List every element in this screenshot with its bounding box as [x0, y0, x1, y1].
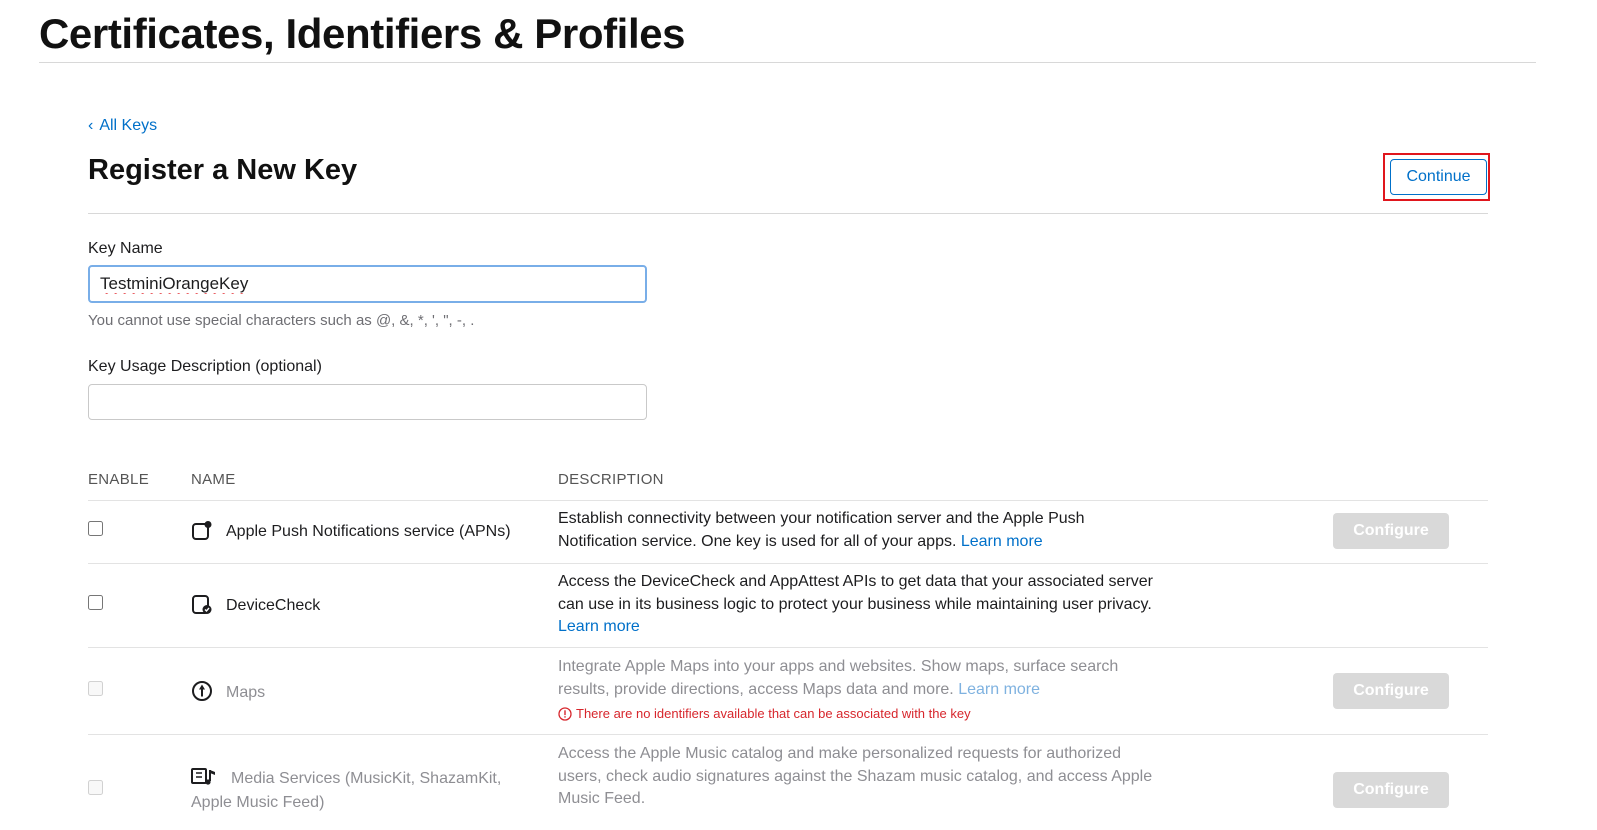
- maps-learn-more-link[interactable]: Learn more: [958, 681, 1040, 698]
- row-divider: [88, 734, 1488, 735]
- key-name-label: Key Name: [88, 240, 163, 257]
- device-check-icon: [192, 595, 212, 614]
- devicecheck-description: Access the DeviceCheck and AppAttest API…: [558, 571, 1158, 639]
- key-description-label: Key Usage Description (optional): [88, 358, 322, 375]
- media-services-name: Media Services (MusicKit, ShazamKit, App…: [191, 770, 502, 811]
- devicecheck-name: DeviceCheck: [226, 597, 321, 614]
- apns-enable-checkbox[interactable]: [88, 521, 103, 536]
- maps-description: Integrate Apple Maps into your apps and …: [558, 656, 1158, 701]
- maps-enable-checkbox[interactable]: [88, 681, 103, 696]
- title-divider: [39, 62, 1536, 63]
- row-divider: [88, 647, 1488, 648]
- page-title: Certificates, Identifiers & Profiles: [39, 10, 686, 57]
- devicecheck-description-text: Access the DeviceCheck and AppAttest API…: [558, 573, 1153, 613]
- column-header-name: NAME: [191, 471, 236, 488]
- row-divider: [88, 563, 1488, 564]
- devicecheck-enable-checkbox[interactable]: [88, 595, 103, 610]
- apns-learn-more-link[interactable]: Learn more: [961, 533, 1043, 550]
- apns-description: Establish connectivity between your noti…: [558, 508, 1158, 553]
- section-title: Register a New Key: [88, 154, 358, 186]
- media-services-configure-button[interactable]: Configure: [1333, 772, 1449, 808]
- apns-name: Apple Push Notifications service (APNs): [226, 523, 511, 540]
- maps-icon: [192, 681, 212, 701]
- maps-configure-button[interactable]: Configure: [1333, 673, 1449, 709]
- all-keys-back-link[interactable]: ‹ All Keys: [88, 117, 157, 135]
- chevron-left-icon: ‹: [88, 117, 94, 134]
- warning-icon: [558, 706, 572, 721]
- section-divider: [88, 213, 1488, 214]
- maps-warning-text: There are no identifiers available that …: [576, 706, 971, 721]
- key-name-input[interactable]: [88, 265, 647, 303]
- devicecheck-learn-more-link[interactable]: Learn more: [558, 618, 640, 635]
- maps-warning: There are no identifiers available that …: [558, 706, 971, 721]
- continue-button[interactable]: Continue: [1390, 159, 1487, 195]
- maps-name: Maps: [226, 684, 266, 701]
- media-services-enable-checkbox[interactable]: [88, 780, 103, 795]
- apns-configure-button[interactable]: Configure: [1333, 513, 1449, 549]
- column-header-enable: ENABLE: [88, 471, 149, 488]
- key-name-hint: You cannot use special characters such a…: [88, 312, 475, 329]
- push-notification-icon: [192, 521, 212, 540]
- key-description-input[interactable]: [88, 384, 647, 420]
- column-header-description: DESCRIPTION: [558, 471, 664, 488]
- media-services-description: Access the Apple Music catalog and make …: [558, 745, 1153, 807]
- row-divider: [88, 500, 1488, 501]
- back-link-label: All Keys: [99, 117, 158, 134]
